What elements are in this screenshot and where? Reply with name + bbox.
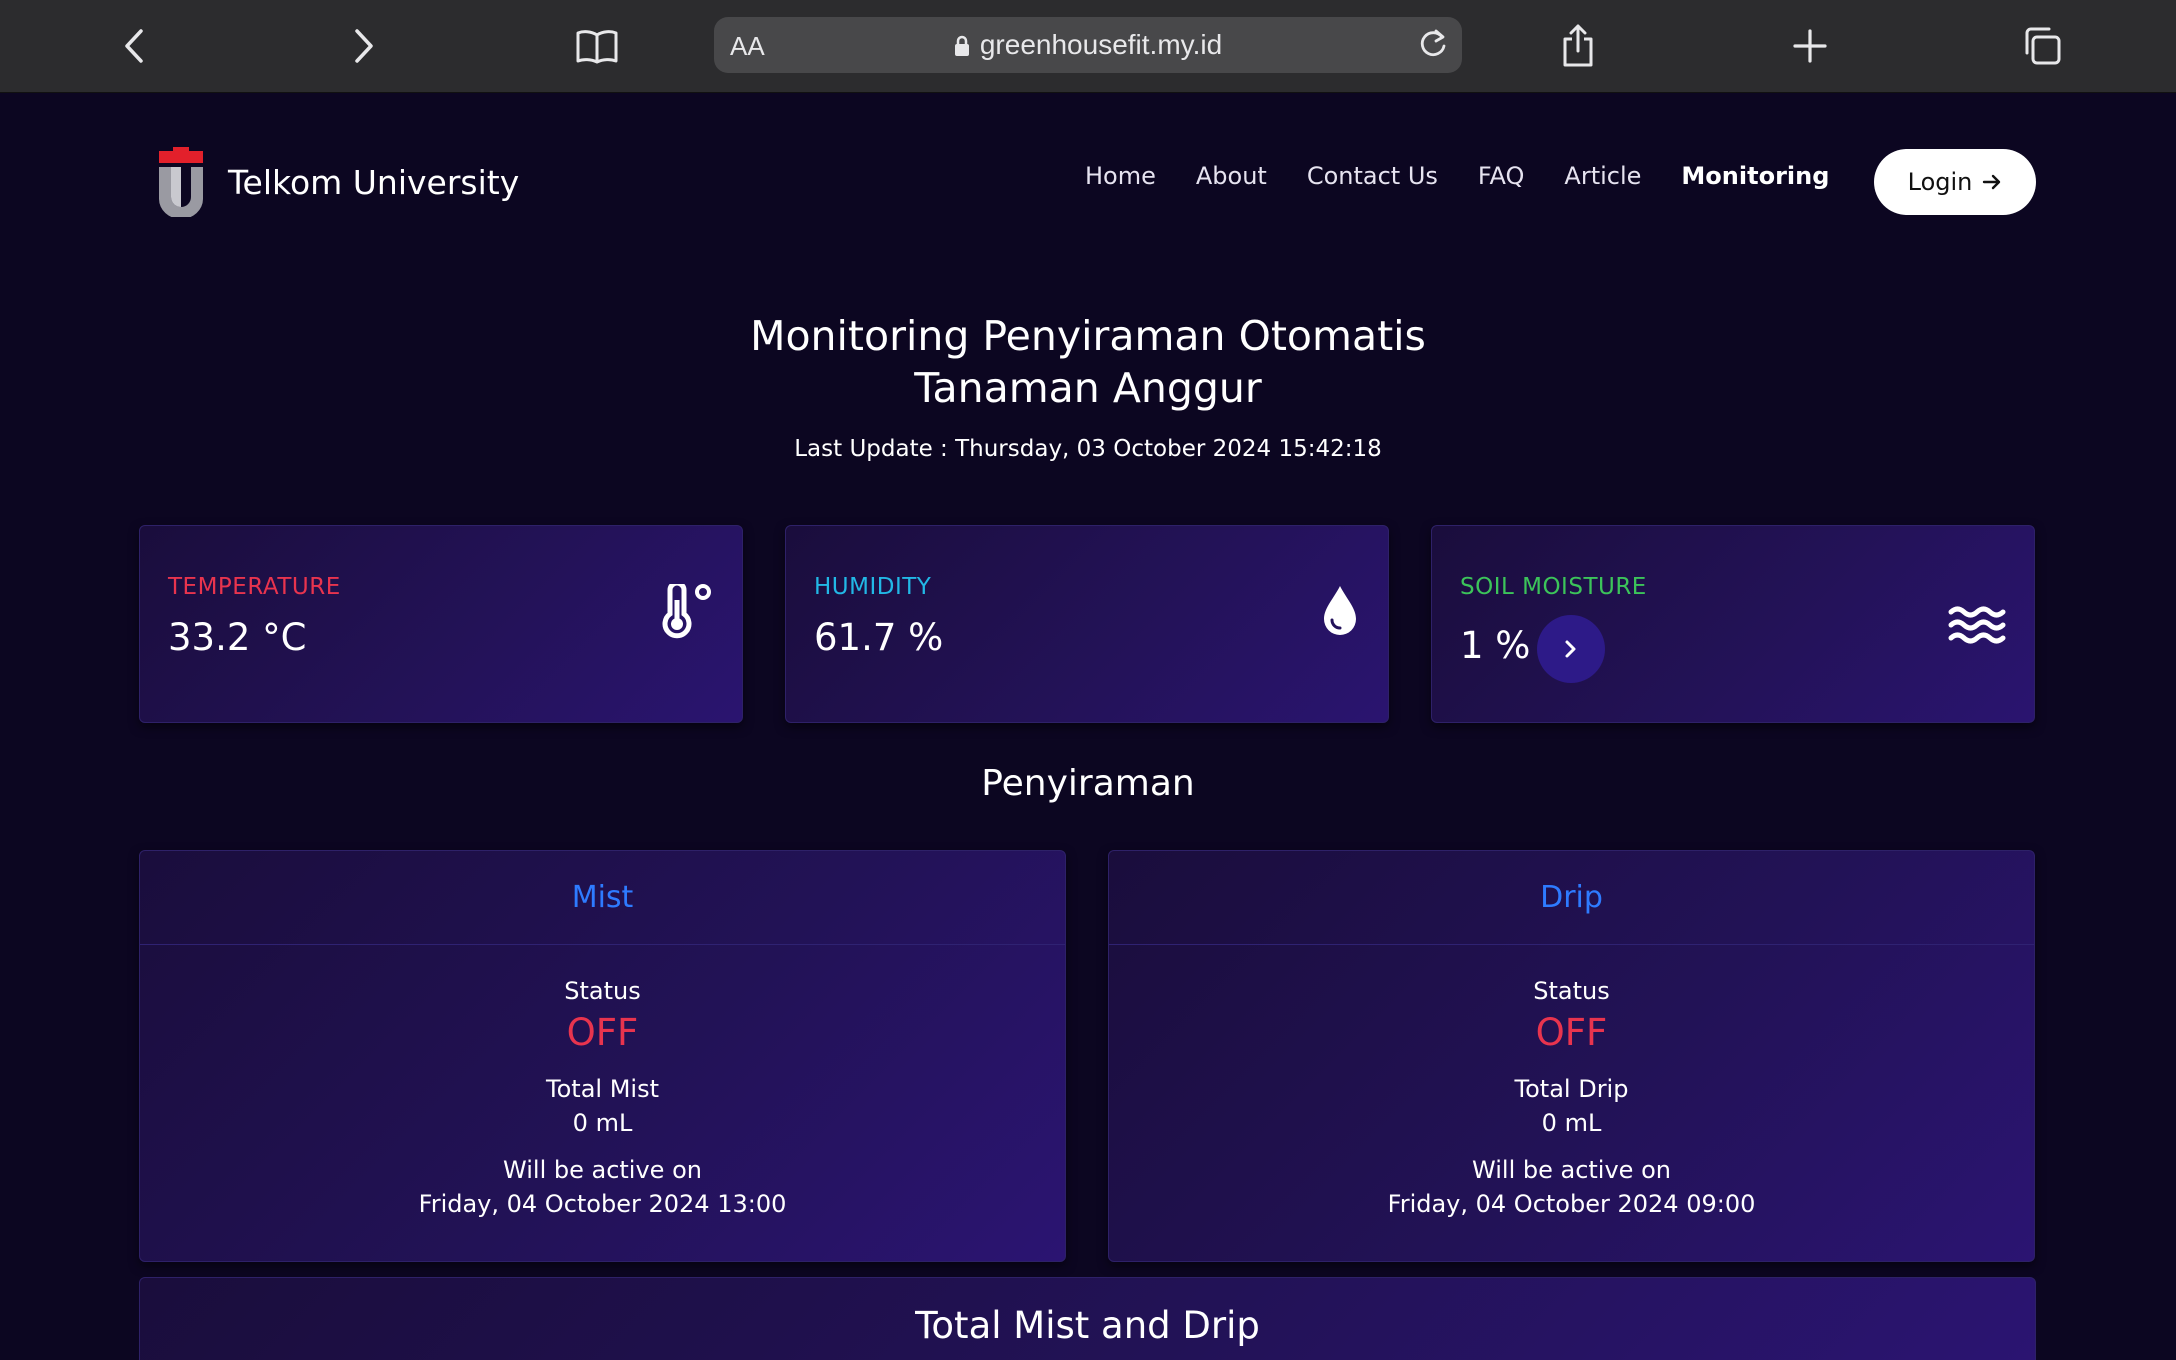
humidity-label: HUMIDITY [814, 574, 932, 600]
total-mist-drip-card: Total Mist and Drip [139, 1277, 2036, 1360]
nav-about[interactable]: About [1196, 162, 1267, 190]
mist-status-label: Status [564, 977, 641, 1005]
drip-card: Drip Status OFF Total Drip 0 mL Will be … [1108, 850, 2035, 1262]
bookmarks-icon[interactable] [567, 16, 627, 76]
drip-active-on: Friday, 04 October 2024 09:00 [1387, 1190, 1756, 1218]
temperature-card: TEMPERATURE 33.2 °C [139, 525, 743, 723]
brand-name: Telkom University [228, 162, 520, 202]
drip-total-label: Total Drip [1514, 1075, 1629, 1103]
soil-details-button[interactable] [1537, 615, 1605, 683]
drip-active-label: Will be active on [1472, 1156, 1671, 1184]
address-bar[interactable]: AA greenhousefit.my.id [714, 17, 1462, 73]
share-icon[interactable] [1548, 16, 1608, 76]
mist-status: OFF [566, 1011, 639, 1054]
reload-icon[interactable] [1416, 27, 1450, 61]
temperature-label: TEMPERATURE [168, 574, 341, 600]
nav-article[interactable]: Article [1564, 162, 1641, 190]
thermometer-icon [662, 584, 711, 639]
mist-total-label: Total Mist [546, 1075, 659, 1103]
drip-status: OFF [1535, 1011, 1608, 1054]
forward-icon[interactable] [334, 16, 394, 76]
telkom-logo-icon [159, 147, 203, 217]
mist-title: Mist [140, 851, 1065, 945]
drip-status-label: Status [1533, 977, 1610, 1005]
page-title-line2: Tanaman Anggur [914, 364, 1262, 412]
tabs-overview-icon[interactable] [2012, 16, 2072, 76]
login-button[interactable]: Login [1874, 149, 2036, 215]
soil-moisture-label: SOIL MOISTURE [1460, 574, 1647, 600]
browser-toolbar: AA greenhousefit.my.id [0, 0, 2176, 93]
main-nav: Home About Contact Us FAQ Article Monito… [1085, 162, 1869, 190]
watering-section-title: Penyiraman [981, 763, 1195, 804]
login-label: Login [1907, 168, 1973, 196]
url-host: greenhousefit.my.id [979, 29, 1223, 60]
drip-total: 0 mL [1541, 1109, 1602, 1137]
brand[interactable]: Telkom University [156, 147, 519, 217]
waves-icon [1948, 606, 2006, 644]
nav-faq[interactable]: FAQ [1478, 162, 1525, 190]
back-icon[interactable] [104, 16, 164, 76]
mist-total: 0 mL [572, 1109, 633, 1137]
water-drop-icon [1324, 586, 1356, 635]
page-title: Monitoring Penyiraman Otomatis Tanaman A… [0, 310, 2176, 414]
temperature-value: 33.2 °C [168, 616, 307, 659]
lock-icon [954, 35, 969, 56]
new-tab-icon[interactable] [1780, 16, 1840, 76]
nav-monitoring[interactable]: Monitoring [1681, 162, 1829, 190]
humidity-card: HUMIDITY 61.7 % [785, 525, 1389, 723]
mist-active-on: Friday, 04 October 2024 13:00 [418, 1190, 787, 1218]
nav-contact-us[interactable]: Contact Us [1307, 162, 1438, 190]
last-update: Last Update : Thursday, 03 October 2024 … [794, 436, 1382, 462]
url-text: greenhousefit.my.id [714, 29, 1462, 61]
mist-card: Mist Status OFF Total Mist 0 mL Will be … [139, 850, 1066, 1262]
chevron-right-icon [1565, 640, 1576, 658]
nav-home[interactable]: Home [1085, 162, 1156, 190]
mist-active-label: Will be active on [503, 1156, 702, 1184]
arrow-right-icon [1983, 174, 2001, 190]
humidity-value: 61.7 % [814, 616, 944, 659]
total-mist-drip-title: Total Mist and Drip [915, 1304, 1260, 1347]
page-title-line1: Monitoring Penyiraman Otomatis [750, 312, 1426, 360]
drip-title: Drip [1109, 851, 2034, 945]
soil-moisture-card: SOIL MOISTURE 1 % [1431, 525, 2035, 723]
soil-moisture-value: 1 % [1460, 624, 1531, 667]
